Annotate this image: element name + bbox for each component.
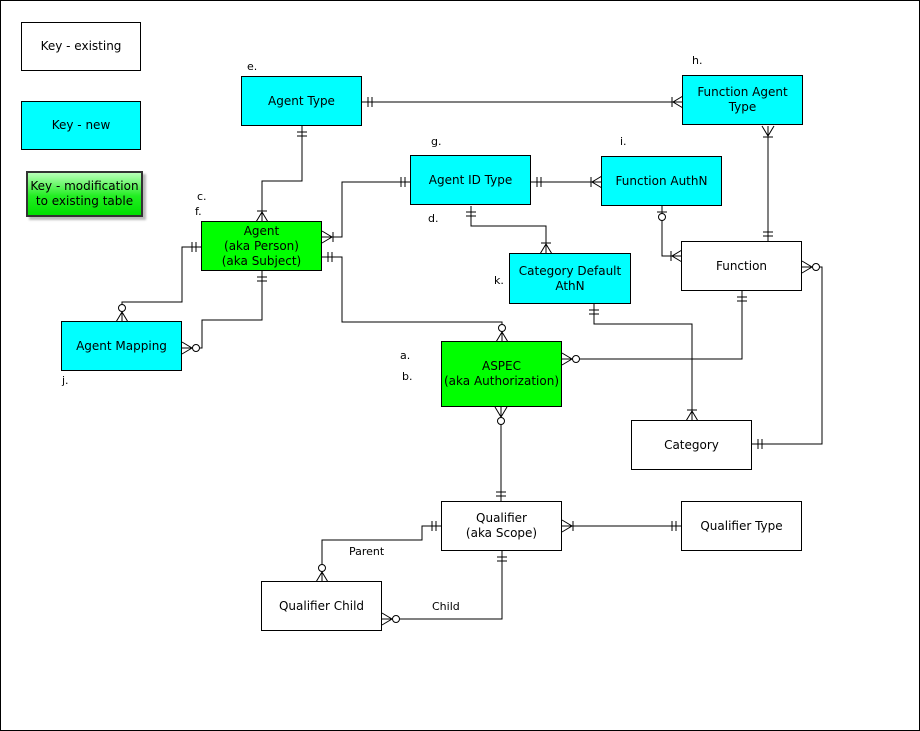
- annotation-d: d.: [428, 212, 439, 225]
- key-existing: Key - existing: [21, 22, 141, 71]
- zero-mark-icon: [192, 344, 200, 352]
- annotation-a: a.: [400, 349, 411, 362]
- zero-mark-icon: [392, 615, 400, 623]
- annotation-g: g.: [431, 135, 442, 148]
- zero-mark-icon: [812, 263, 820, 271]
- entity-agent-mapping[interactable]: Agent Mapping: [61, 321, 182, 371]
- entity-function[interactable]: Function: [681, 241, 802, 291]
- entity-function-authn[interactable]: Function AuthN: [601, 156, 722, 206]
- entity-qualifier[interactable]: Qualifier (aka Scope): [441, 501, 562, 551]
- entity-agent[interactable]: Agent (aka Person) (aka Subject): [201, 221, 322, 271]
- entity-function-agent-type[interactable]: Function Agent Type: [682, 75, 803, 125]
- entity-category[interactable]: Category: [631, 420, 752, 470]
- entity-agent-id-type[interactable]: Agent ID Type: [410, 155, 531, 205]
- annotation-k: k.: [494, 274, 504, 287]
- relationship-label-parent: Parent: [349, 545, 385, 558]
- zero-mark-icon: [498, 324, 506, 332]
- entity-qualifier-type[interactable]: Qualifier Type: [681, 501, 802, 551]
- relationship-line: [593, 304, 693, 421]
- relationship-line: [752, 266, 823, 445]
- zero-mark-icon: [572, 355, 580, 363]
- relationship-label-child: Child: [432, 600, 460, 613]
- zero-mark-icon: [318, 564, 326, 572]
- key-modified: Key - modification to existing table: [26, 171, 143, 217]
- relationship-line: [121, 246, 202, 322]
- annotation-b: b.: [402, 370, 413, 383]
- relationship-line: [661, 206, 682, 257]
- relationship-line: [322, 181, 411, 238]
- zero-mark-icon: [658, 213, 666, 221]
- entity-qualifier-child[interactable]: Qualifier Child: [261, 581, 382, 631]
- relationship-line: [182, 271, 263, 349]
- annotation-f: f.: [195, 205, 202, 218]
- annotation-i: i.: [620, 135, 627, 148]
- entity-category-default-athn[interactable]: Category Default AthN: [509, 253, 631, 304]
- relationship-line: [261, 126, 303, 222]
- annotation-c: c.: [197, 190, 207, 203]
- annotation-e: e.: [247, 60, 258, 73]
- er-diagram-canvas: Key - existing Key - new Key - modificat…: [0, 0, 920, 731]
- annotation-j: j.: [62, 374, 69, 387]
- relationship-line: [470, 206, 547, 254]
- zero-mark-icon: [118, 304, 126, 312]
- key-new: Key - new: [21, 101, 141, 150]
- entity-agent-type[interactable]: Agent Type: [241, 76, 362, 126]
- annotation-h: h.: [692, 54, 703, 67]
- relationship-line: [322, 256, 503, 342]
- entity-aspec[interactable]: ASPEC (aka Authorization): [441, 341, 562, 407]
- zero-mark-icon: [497, 417, 505, 425]
